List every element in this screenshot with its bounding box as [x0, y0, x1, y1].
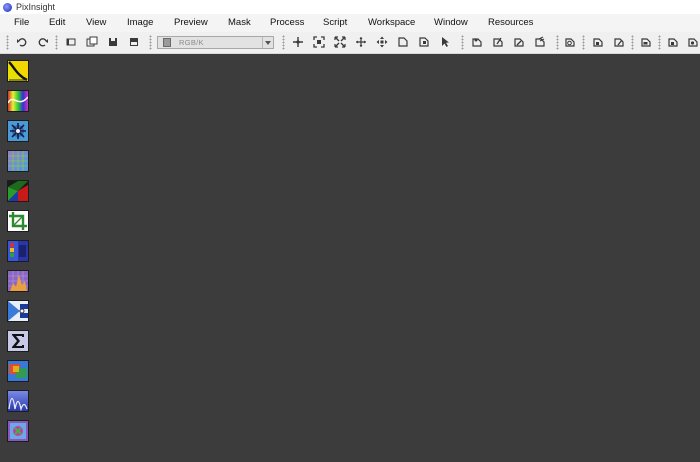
menu-view[interactable]: View: [86, 14, 106, 32]
menu-script[interactable]: Script: [323, 14, 347, 32]
new-preview-icon[interactable]: [397, 36, 409, 48]
save-image-as-icon[interactable]: [128, 36, 140, 48]
pixelmath-icon[interactable]: [7, 330, 29, 352]
channel-combination-icon[interactable]: [7, 240, 29, 262]
menu-preview[interactable]: Preview: [174, 14, 208, 32]
redo-icon[interactable]: [37, 36, 49, 48]
image-container-icon[interactable]: [640, 36, 652, 48]
mask-invert-icon[interactable]: [513, 36, 525, 48]
menu-window[interactable]: Window: [434, 14, 468, 32]
color-swatch-icon: [163, 38, 171, 47]
zoom-to-fit-icon[interactable]: [313, 36, 325, 48]
process-icon[interactable]: [592, 36, 604, 48]
save-image-icon[interactable]: [107, 36, 119, 48]
image-window-icon[interactable]: [65, 36, 77, 48]
color-saturation-icon[interactable]: [7, 90, 29, 112]
toolbar-grip[interactable]: [6, 35, 9, 50]
menu-workspace[interactable]: Workspace: [368, 14, 415, 32]
move-icon[interactable]: [376, 36, 388, 48]
toolbar-grip[interactable]: [631, 35, 634, 50]
duplicate-image-icon[interactable]: [86, 36, 98, 48]
history-explorer-icon[interactable]: [687, 36, 699, 48]
toolbar-grip[interactable]: [658, 35, 661, 50]
menu-image[interactable]: Image: [127, 14, 153, 32]
cursor-icon[interactable]: [439, 36, 451, 48]
chevron-down-icon[interactable]: [262, 37, 273, 48]
color-calibration-icon[interactable]: [7, 180, 29, 202]
curves-transformation-icon[interactable]: [7, 60, 29, 82]
window-title: PixInsight: [16, 2, 56, 12]
deconvolution-icon[interactable]: [7, 420, 29, 442]
dynamic-crop-icon[interactable]: [7, 210, 29, 232]
toolbar-grip[interactable]: [582, 35, 585, 50]
title-bar: PixInsight: [0, 0, 700, 14]
toolbar-grip[interactable]: [55, 35, 58, 50]
mask-edit-icon[interactable]: [492, 36, 504, 48]
mask-show-icon[interactable]: [534, 36, 546, 48]
pan-cross-icon[interactable]: [292, 36, 304, 48]
process-console-icon[interactable]: [613, 36, 625, 48]
edit-preview-icon[interactable]: [418, 36, 430, 48]
toolbar-grip[interactable]: [282, 35, 285, 50]
lrgb-combination-icon[interactable]: [7, 360, 29, 382]
color-space-combo[interactable]: RGB/K: [157, 36, 274, 49]
search-icon[interactable]: [564, 36, 576, 48]
menu-mask[interactable]: Mask: [228, 14, 251, 32]
zoom-in-icon[interactable]: [355, 36, 367, 48]
menu-process[interactable]: Process: [270, 14, 304, 32]
image-integration-icon[interactable]: [7, 300, 29, 322]
color-space-value: RGB/K: [179, 38, 204, 47]
fit-view-icon[interactable]: [334, 36, 346, 48]
mask-new-icon[interactable]: [471, 36, 483, 48]
toolbar-grip[interactable]: [461, 35, 464, 50]
toolbar-grip[interactable]: [556, 35, 559, 50]
menu-resources[interactable]: Resources: [488, 14, 533, 32]
app-icon: [3, 2, 12, 12]
multiscale-transform-icon[interactable]: [7, 390, 29, 412]
menu-file[interactable]: File: [14, 14, 29, 32]
toolbar-grip[interactable]: [149, 35, 152, 50]
undo-icon[interactable]: [16, 36, 28, 48]
menu-edit[interactable]: Edit: [49, 14, 65, 32]
workspace[interactable]: [0, 54, 700, 462]
main-toolbar: RGB/K: [0, 32, 700, 54]
star-mask-icon[interactable]: [7, 120, 29, 142]
view-explorer-icon[interactable]: [667, 36, 679, 48]
menu-bar: File Edit View Image Preview Mask Proces…: [0, 14, 700, 32]
histogram-icon[interactable]: [7, 270, 29, 292]
dynamic-background-icon[interactable]: [7, 150, 29, 172]
